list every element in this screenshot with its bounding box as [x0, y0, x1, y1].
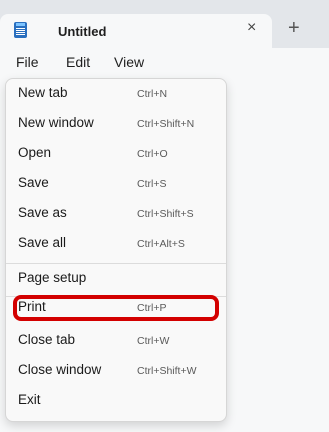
menu-bar: File Edit View [0, 48, 329, 76]
menu-item-label: New window [18, 115, 94, 130]
menu-edit[interactable]: Edit [66, 54, 90, 70]
menu-item-close-window[interactable]: Close window Ctrl+Shift+W [14, 358, 218, 386]
tab-untitled[interactable] [0, 14, 272, 48]
menu-item-label: Save all [18, 235, 67, 250]
menu-item-shortcut: Ctrl+Shift+S [137, 208, 194, 220]
menu-item-shortcut: Ctrl+W [137, 335, 170, 347]
menu-item-close-tab[interactable]: Close tab Ctrl+W [14, 328, 218, 356]
menu-item-label: Close tab [18, 332, 76, 347]
title-bar: Untitled × + [0, 0, 329, 48]
file-menu-dropdown: New tab Ctrl+N New window Ctrl+Shift+N O… [5, 78, 227, 422]
menu-item-print[interactable]: Print Ctrl+P [14, 295, 218, 323]
menu-item-shortcut: Ctrl+N [137, 88, 168, 100]
menu-item-shortcut: Ctrl+Shift+W [137, 365, 197, 377]
menu-view[interactable]: View [114, 54, 144, 70]
menu-item-label: Page setup [18, 270, 87, 285]
menu-item-label: New tab [18, 85, 68, 100]
close-tab-icon[interactable]: × [247, 20, 256, 36]
menu-item-label: Save [18, 175, 49, 190]
menu-item-save-as[interactable]: Save as Ctrl+Shift+S [14, 201, 218, 229]
menu-item-label: Exit [18, 392, 41, 407]
menu-item-label: Print [18, 299, 46, 314]
new-tab-icon[interactable]: + [288, 18, 300, 38]
menu-file[interactable]: File [16, 54, 39, 70]
menu-item-exit[interactable]: Exit [14, 388, 218, 416]
menu-item-new-tab[interactable]: New tab Ctrl+N [14, 81, 218, 109]
menu-item-label: Open [18, 145, 52, 160]
menu-item-shortcut: Ctrl+Alt+S [137, 238, 185, 250]
menu-item-shortcut: Ctrl+P [137, 302, 167, 314]
menu-item-page-setup[interactable]: Page setup [14, 266, 218, 294]
menu-item-save-all[interactable]: Save all Ctrl+Alt+S [14, 231, 218, 259]
menu-item-label: Save as [18, 205, 67, 220]
menu-separator [6, 263, 226, 264]
menu-item-save[interactable]: Save Ctrl+S [14, 171, 218, 199]
menu-item-new-window[interactable]: New window Ctrl+Shift+N [14, 111, 218, 139]
menu-item-shortcut: Ctrl+Shift+N [137, 118, 195, 130]
menu-item-shortcut: Ctrl+S [137, 178, 167, 190]
menu-item-open[interactable]: Open Ctrl+O [14, 141, 218, 169]
menu-item-shortcut: Ctrl+O [137, 148, 168, 160]
menu-item-label: Close window [18, 362, 102, 377]
tab-title: Untitled [58, 24, 107, 39]
notepad-icon [14, 22, 27, 38]
